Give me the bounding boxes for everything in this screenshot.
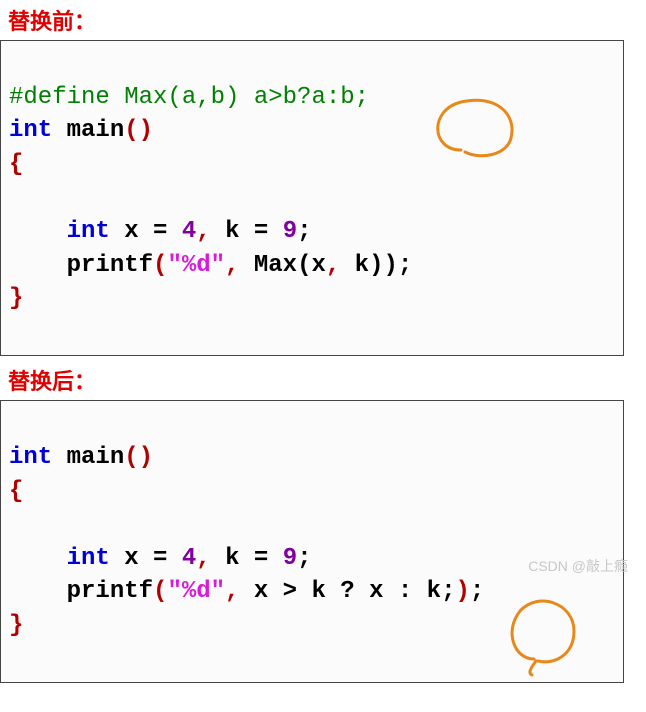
comma-3: , xyxy=(326,252,340,279)
rbrace: } xyxy=(9,285,23,312)
var-x-a: x xyxy=(110,545,153,572)
semi-1-a: ; xyxy=(297,545,311,572)
code-block-before: #define Max(a,b) a>b?a:b; int main() { i… xyxy=(0,40,624,356)
kw-int: int xyxy=(9,117,52,144)
label-before: 替换前： xyxy=(0,0,646,40)
comma-2: , xyxy=(225,252,239,279)
sp2-a xyxy=(268,545,282,572)
sp2 xyxy=(268,218,282,245)
code-block-after: int main() { int x = 4, k = 9; printf("%… xyxy=(0,400,624,683)
rparen-a: ) xyxy=(456,578,470,605)
printf-call: printf xyxy=(67,252,153,279)
watermark: CSDN @敲上瘾 xyxy=(528,556,628,576)
comma-1-a: , xyxy=(196,545,210,572)
eq1: = xyxy=(153,218,167,245)
semi-1: ; xyxy=(297,218,311,245)
var-k-a: k xyxy=(211,545,254,572)
lparen-a: ( xyxy=(153,578,167,605)
num-4-a: 4 xyxy=(182,545,196,572)
circle-annotation-2 xyxy=(496,521,591,712)
macro-call: Max(x xyxy=(239,252,325,279)
lbrace-a: { xyxy=(9,478,23,505)
lbrace: { xyxy=(9,151,23,178)
rbrace-a: } xyxy=(9,612,23,639)
indent-a2 xyxy=(9,578,67,605)
semi-2-a: ; xyxy=(470,578,484,605)
fmt-string-a: "%d" xyxy=(167,578,225,605)
kw-int-a: int xyxy=(9,444,52,471)
inner-semi: ; xyxy=(441,578,455,605)
indent xyxy=(9,218,67,245)
eq1-a: = xyxy=(153,545,167,572)
num-9: 9 xyxy=(283,218,297,245)
sp1-a xyxy=(167,545,181,572)
kw-int-2: int xyxy=(67,218,110,245)
printf-call-a: printf xyxy=(67,578,153,605)
semi-2: ; xyxy=(398,252,412,279)
circle-annotation-1 xyxy=(421,23,531,204)
ternary-expr: x > k ? x : k xyxy=(239,578,441,605)
kw-int-a2: int xyxy=(67,545,110,572)
main-name-a: main xyxy=(52,444,124,471)
num-4: 4 xyxy=(182,218,196,245)
lparen: ( xyxy=(153,252,167,279)
comma-1: , xyxy=(196,218,210,245)
num-9-a: 9 xyxy=(283,545,297,572)
label-after: 替换后： xyxy=(0,360,646,400)
eq2-a: = xyxy=(254,545,268,572)
var-x: x xyxy=(110,218,153,245)
paren: () xyxy=(124,117,153,144)
fmt-string: "%d" xyxy=(167,252,225,279)
eq2: = xyxy=(254,218,268,245)
paren-a: () xyxy=(124,444,153,471)
indent-a xyxy=(9,545,67,572)
main-name: main xyxy=(52,117,124,144)
var-k: k xyxy=(211,218,254,245)
arg-2: k)) xyxy=(340,252,398,279)
indent-2 xyxy=(9,252,67,279)
comma-2-a: , xyxy=(225,578,239,605)
sp1 xyxy=(167,218,181,245)
define-line: #define Max(a,b) a>b?a:b; xyxy=(9,84,369,111)
